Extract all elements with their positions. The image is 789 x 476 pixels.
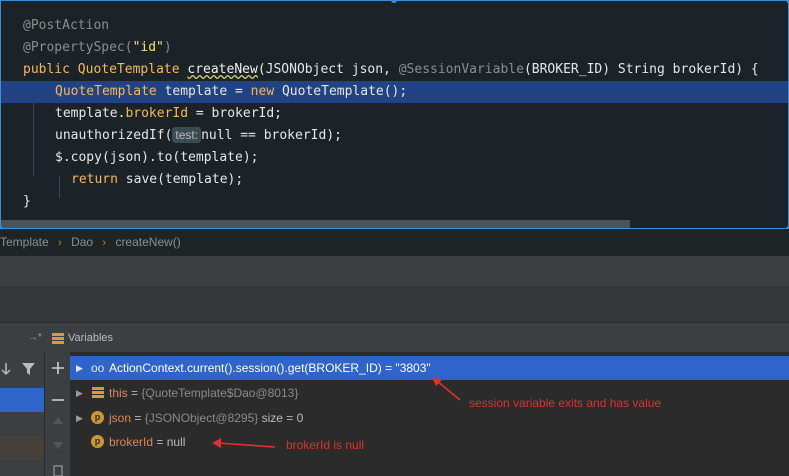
note-session-variable: session variable exits and has value <box>469 396 662 410</box>
annotation-arrows <box>212 377 461 448</box>
note-brokerid-null: brokerId is null <box>286 438 365 452</box>
